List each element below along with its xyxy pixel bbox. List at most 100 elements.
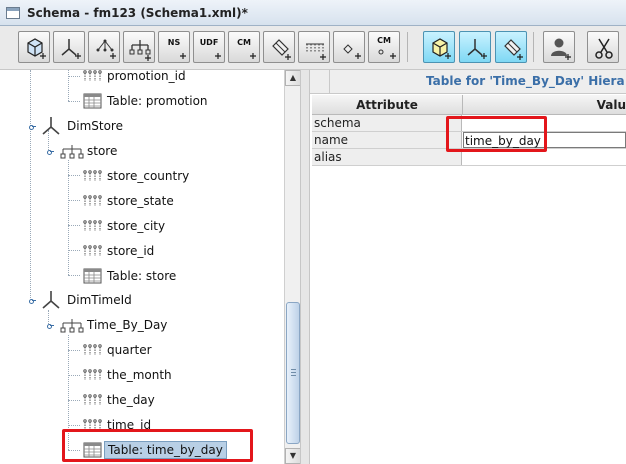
tree-connector <box>30 70 31 298</box>
tree-connector <box>68 275 80 276</box>
tree-node-the-day[interactable]: the_day <box>82 390 158 410</box>
tree-node-store-state[interactable]: store_state <box>82 191 177 211</box>
level-icon <box>83 170 102 181</box>
toolbar-separator <box>407 32 408 62</box>
tree-connector <box>68 225 80 226</box>
add-member-button[interactable]: CM <box>368 31 400 63</box>
add-property-button[interactable] <box>298 31 330 63</box>
tree-connector <box>68 250 80 251</box>
add-virtual-dimension-button[interactable] <box>459 31 491 63</box>
level-icon <box>83 70 102 81</box>
add-measure-icon <box>272 39 291 60</box>
add-virtual-cube-button[interactable] <box>423 31 455 63</box>
title-bar: Schema - fm123 (Schema1.xml)* <box>0 0 626 26</box>
tree-node-label: promotion_id <box>107 70 186 83</box>
dimension-icon <box>42 291 60 309</box>
tree-scrollbar[interactable]: ▲ ▼ <box>284 70 301 464</box>
add-parameter-icon <box>343 44 361 59</box>
table-header: Attribute Valu <box>312 95 626 115</box>
tree-connector <box>68 400 80 401</box>
add-role-icon <box>551 38 571 60</box>
tree-node-label: DimStore <box>67 119 123 133</box>
add-named-set-button[interactable]: NS <box>158 31 190 63</box>
tree-connector <box>68 375 80 376</box>
table-icon <box>83 93 102 109</box>
add-dimension-button[interactable] <box>53 31 85 63</box>
arrow-down-icon: ▼ <box>289 451 297 460</box>
add-calculated-member-button[interactable]: CM <box>228 31 260 63</box>
scroll-grip <box>291 369 296 370</box>
toolbar: NS UDF CM CM <box>0 26 626 70</box>
add-hierarchy-icon <box>96 39 116 59</box>
tree-connector <box>68 160 69 275</box>
add-level-icon <box>129 40 151 61</box>
tree-node-table-promotion[interactable]: Table: promotion <box>82 91 211 111</box>
add-virtual-measure-button[interactable] <box>495 31 527 63</box>
split-pane-divider[interactable] <box>300 70 310 464</box>
toolbar-separator <box>533 32 534 62</box>
expand-toggle-icon[interactable] <box>44 147 54 156</box>
hierarchy-icon <box>60 145 84 159</box>
plus-icon <box>180 53 186 59</box>
scroll-down-button[interactable]: ▼ <box>285 448 301 464</box>
tree-node-label: the_month <box>107 368 172 382</box>
tree-connector <box>68 70 69 101</box>
level-icon <box>83 220 102 231</box>
scroll-grip <box>291 372 296 373</box>
level-icon <box>83 344 102 355</box>
details-title: Table for 'Time_By_Day' Hiera <box>426 74 625 88</box>
highlight-box <box>446 116 547 152</box>
add-dimension-icon <box>61 39 81 59</box>
table-icon <box>83 268 102 284</box>
add-virtual-cube-icon <box>432 38 451 59</box>
hierarchy-icon <box>60 319 84 333</box>
tree-connector <box>68 76 80 77</box>
expand-toggle-icon[interactable] <box>44 321 54 330</box>
tree-node-label: DimTimeId <box>67 293 132 307</box>
scroll-up-button[interactable]: ▲ <box>285 70 301 86</box>
tree-node-the-month[interactable]: the_month <box>82 365 175 385</box>
tree-node-promotion-id[interactable]: promotion_id <box>82 70 189 86</box>
add-role-button[interactable] <box>543 31 575 63</box>
highlight-box <box>62 429 253 462</box>
tree-node-label: store_city <box>107 219 166 233</box>
add-cube-icon <box>27 38 46 59</box>
tree-node-store-id[interactable]: store_id <box>82 241 157 261</box>
level-icon <box>83 245 102 256</box>
tree-node-label: store_country <box>107 169 190 183</box>
tree-node-table-store[interactable]: Table: store <box>82 266 179 286</box>
scroll-thumb[interactable] <box>286 302 300 444</box>
tree-node-store-city[interactable]: store_city <box>82 216 168 236</box>
plus-icon <box>215 53 221 59</box>
cut-icon <box>595 38 613 59</box>
tree-node-store[interactable]: store <box>60 141 120 161</box>
plus-icon <box>378 49 396 59</box>
add-measure-button[interactable] <box>263 31 295 63</box>
arrow-up-icon: ▲ <box>289 73 297 82</box>
add-user-defined-function-button[interactable]: UDF <box>193 31 225 63</box>
details-header-corner <box>310 70 330 94</box>
tree-connector <box>68 350 80 351</box>
attribute-cell: name <box>312 132 462 148</box>
schema-tree[interactable]: promotion_id Table: promotion DimStore s… <box>0 70 284 464</box>
add-parameter-button[interactable] <box>333 31 365 63</box>
column-header-value[interactable]: Valu <box>463 95 626 115</box>
expand-toggle-icon[interactable] <box>26 122 36 131</box>
tree-node-store-country[interactable]: store_country <box>82 166 192 186</box>
tree-node-dimstore[interactable]: DimStore <box>40 116 126 136</box>
level-icon <box>83 195 102 206</box>
tree-connector <box>68 175 80 176</box>
tree-node-label: Table: promotion <box>107 94 208 108</box>
tree-node-quarter[interactable]: quarter <box>82 340 155 360</box>
tree-node-time-by-day[interactable]: Time_By_Day <box>60 315 170 335</box>
tree-node-label: store_id <box>107 244 155 258</box>
tree-node-dimtimeid[interactable]: DimTimeId <box>40 290 135 310</box>
expand-toggle-icon[interactable] <box>26 296 36 305</box>
scroll-grip <box>291 375 296 376</box>
column-header-attribute[interactable]: Attribute <box>312 95 463 115</box>
add-cube-button[interactable] <box>18 31 50 63</box>
add-hierarchy-button[interactable] <box>88 31 120 63</box>
cut-button[interactable] <box>587 31 619 63</box>
add-level-button[interactable] <box>123 31 155 63</box>
tree-connector <box>68 425 80 426</box>
